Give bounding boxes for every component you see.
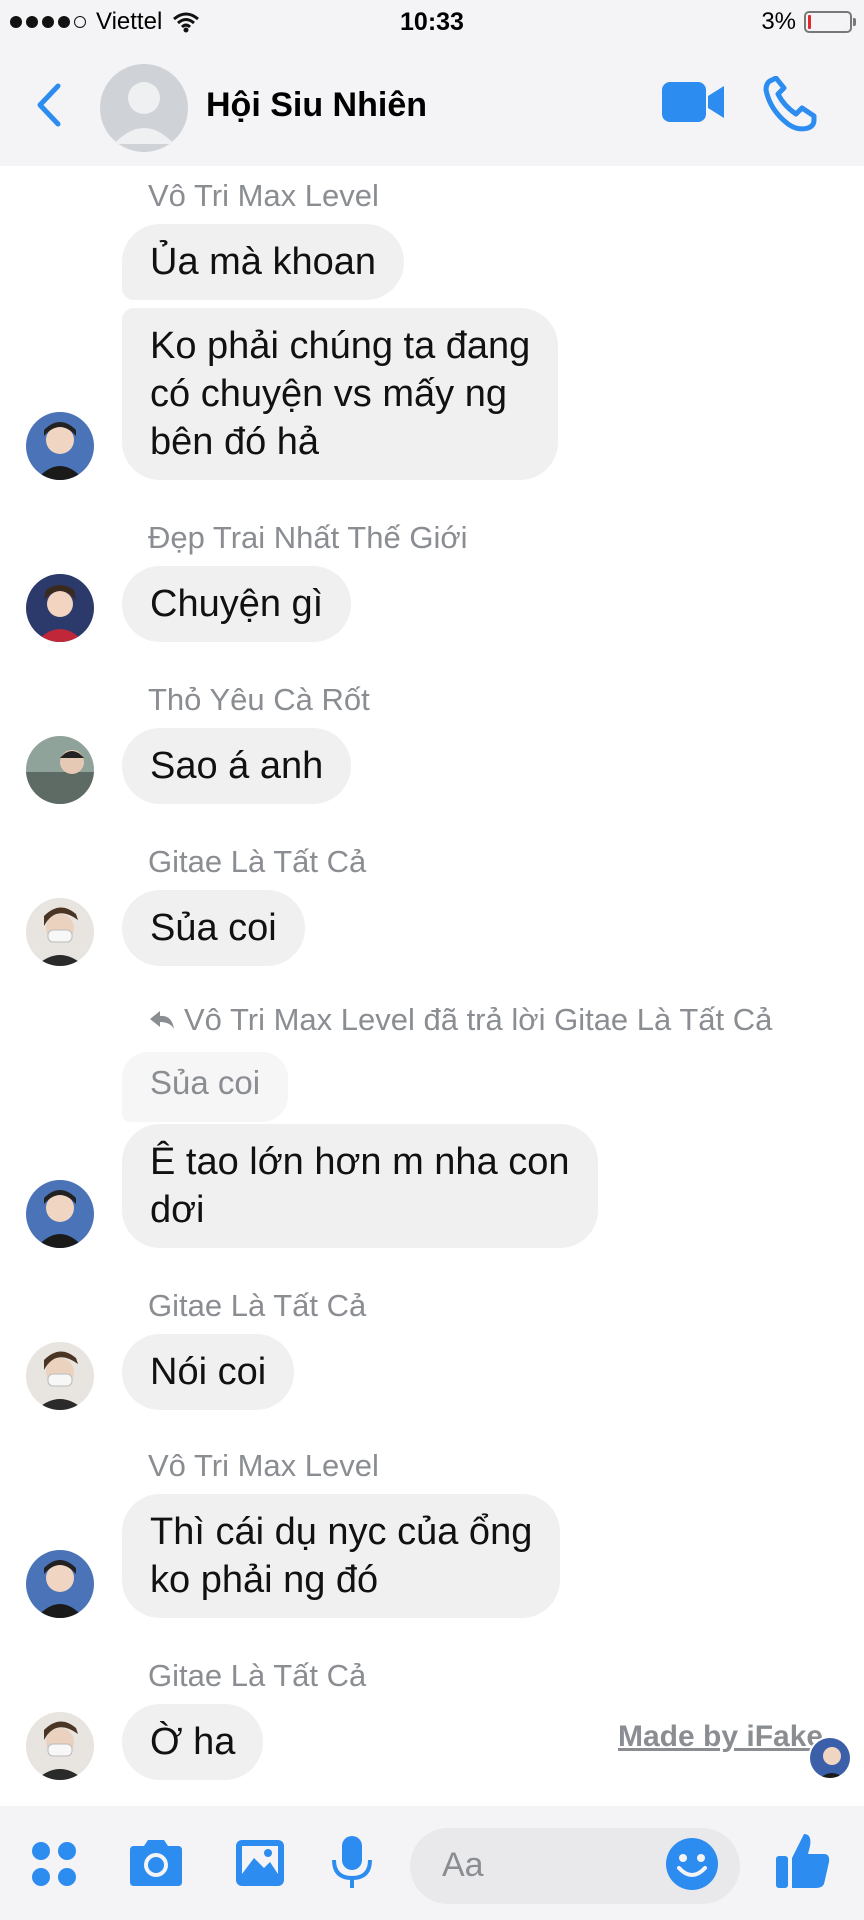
thumbs-up-icon[interactable] — [774, 1830, 832, 1892]
message-bubble[interactable]: Nói coi — [122, 1334, 295, 1410]
message-text: Sao á anh — [150, 745, 324, 787]
message-bubble[interactable]: Chuyện gì — [122, 566, 352, 642]
message-list[interactable]: Vô Tri Max Level Ủa mà khoan Ko phải chú… — [0, 166, 864, 1806]
message-text: Ờ ha — [150, 1721, 236, 1763]
avatar[interactable] — [26, 1712, 94, 1780]
chat-header: Hội Siu Nhiên — [0, 46, 864, 166]
seen-avatar — [808, 1736, 852, 1780]
status-right: 3% — [761, 8, 856, 36]
message-text: Chuyện gì — [150, 583, 324, 625]
back-chevron-icon[interactable] — [28, 80, 68, 130]
gallery-icon[interactable] — [234, 1838, 286, 1888]
avatar[interactable] — [26, 898, 94, 966]
message-bubble[interactable]: Ê tao lớn hơn m nha con dơi — [122, 1124, 598, 1248]
message-bubble[interactable]: Sủa coi — [122, 890, 305, 966]
chat-title[interactable]: Hội Siu Nhiên — [206, 86, 427, 125]
message-composer: Aa — [0, 1806, 864, 1920]
watermark: Made by iFake — [618, 1720, 824, 1753]
sender-name: Gitae Là Tất Cả — [148, 844, 367, 879]
avatar[interactable] — [26, 1550, 94, 1618]
message-bubble[interactable]: Ờ ha — [122, 1704, 264, 1780]
sender-name: Gitae Là Tất Cả — [148, 1658, 367, 1693]
sender-name: Đẹp Trai Nhất Thế Giới — [148, 520, 468, 555]
message-line: dơi — [150, 1189, 205, 1231]
message-bubble[interactable]: Ko phải chúng ta đang có chuyện vs mấy n… — [122, 308, 559, 480]
group-avatar[interactable] — [100, 64, 188, 152]
reply-note: Vô Tri Max Level đã trả lời Gitae Là Tất… — [148, 1002, 772, 1038]
apps-grid-icon[interactable] — [30, 1840, 78, 1888]
message-text: Nói coi — [150, 1351, 267, 1393]
avatar[interactable] — [26, 736, 94, 804]
message-text: Sủa coi — [150, 907, 277, 949]
camera-icon[interactable] — [126, 1838, 186, 1888]
reply-note-text: Vô Tri Max Level đã trả lời Gitae Là Tất… — [184, 1002, 773, 1037]
video-call-icon[interactable] — [660, 78, 726, 126]
clock: 10:33 — [400, 8, 464, 36]
phone-call-icon[interactable] — [762, 76, 822, 132]
avatar[interactable] — [26, 1342, 94, 1410]
reply-arrow-icon — [150, 1011, 174, 1029]
message-line: Ko phải chúng ta đang — [150, 325, 531, 367]
message-text: Ủa mà khoan — [150, 241, 377, 283]
sender-name: Thỏ Yêu Cà Rốt — [148, 682, 370, 717]
message-input-placeholder: Aa — [442, 1846, 484, 1884]
sender-name: Vô Tri Max Level — [148, 1448, 379, 1483]
emoji-icon[interactable] — [664, 1836, 720, 1892]
quoted-text: Sủa coi — [150, 1064, 261, 1101]
avatar[interactable] — [26, 1180, 94, 1248]
message-line: ko phải ng đó — [150, 1559, 379, 1601]
message-line: bên đó hả — [150, 421, 320, 463]
message-line: Thì cái dụ nyc của ổng — [150, 1511, 533, 1553]
quoted-message[interactable]: Sủa coi — [122, 1052, 289, 1122]
message-line: Ê tao lớn hơn m nha con — [150, 1141, 570, 1183]
message-bubble[interactable]: Ủa mà khoan — [122, 224, 405, 300]
avatar[interactable] — [26, 574, 94, 642]
avatar[interactable] — [26, 412, 94, 480]
microphone-icon[interactable] — [330, 1834, 374, 1892]
battery-icon — [804, 11, 856, 33]
message-line: có chuyện vs mấy ng — [150, 373, 507, 415]
message-bubble[interactable]: Thì cái dụ nyc của ổng ko phải ng đó — [122, 1494, 561, 1618]
message-bubble[interactable]: Sao á anh — [122, 728, 352, 804]
sender-name: Gitae Là Tất Cả — [148, 1288, 367, 1323]
status-bar: Viettel 10:33 3% — [0, 0, 864, 46]
battery-percent: 3% — [761, 8, 796, 35]
sender-name: Vô Tri Max Level — [148, 178, 379, 213]
